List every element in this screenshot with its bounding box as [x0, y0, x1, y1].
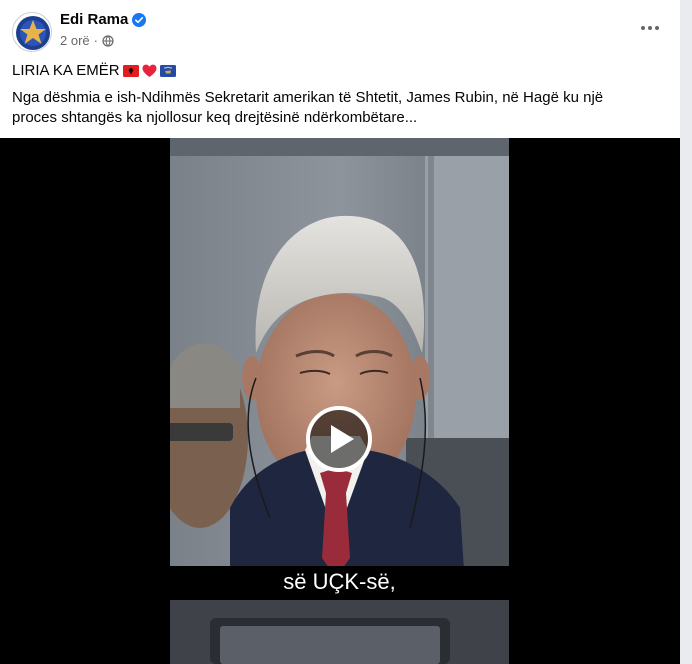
- video-player[interactable]: së UÇK-së,: [0, 138, 680, 664]
- post-meta: 2 orë ·: [60, 33, 114, 48]
- verified-badge-icon: [132, 12, 147, 27]
- more-options-icon: [641, 26, 659, 30]
- post-headline: LIRIA KA EMËR: [12, 62, 120, 79]
- author-avatar[interactable]: [12, 12, 52, 52]
- more-options-button[interactable]: [638, 20, 662, 36]
- globe-icon: [102, 34, 114, 47]
- meta-separator: ·: [93, 33, 98, 48]
- play-icon[interactable]: [305, 405, 373, 473]
- page-background-strip: [680, 0, 692, 664]
- author-row: Edi Rama: [60, 11, 147, 28]
- author-name[interactable]: Edi Rama: [60, 11, 128, 28]
- avatar-star-logo: [16, 16, 50, 50]
- post-card: Edi Rama 2 orë · LIRIA KA EMËR Nga dëshm…: [0, 0, 680, 664]
- post-body-text: Nga dëshmia e ish-Ndihmës Sekretarit ame…: [12, 89, 604, 126]
- albania-flag-icon: [122, 64, 139, 77]
- post-time[interactable]: 2 orë: [60, 33, 90, 48]
- post-headline-row: LIRIA KA EMËR: [12, 62, 176, 79]
- video-caption: së UÇK-së,: [283, 569, 396, 594]
- kosovo-flag-icon: [159, 64, 176, 77]
- red-heart-icon: [142, 64, 157, 77]
